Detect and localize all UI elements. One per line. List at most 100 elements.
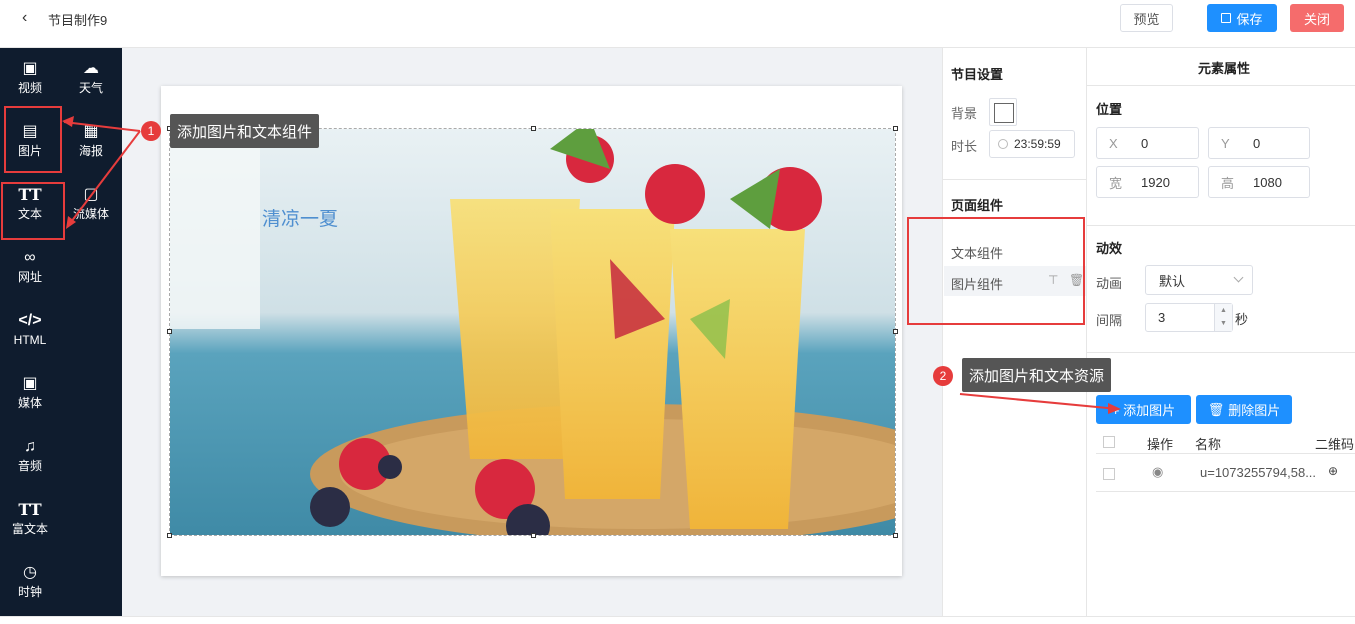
width-value: 1920 xyxy=(1141,174,1170,190)
tool-label: 天气 xyxy=(78,81,103,95)
col-name: 名称 xyxy=(1195,437,1222,452)
tool-richtext[interactable]: TT 富文本 xyxy=(0,489,60,549)
richtext-icon: TT xyxy=(18,500,42,519)
background-color-picker[interactable] xyxy=(989,98,1017,126)
delete-image-button[interactable]: 🗑 删除图片 xyxy=(1196,395,1292,424)
tool-label: 海报 xyxy=(78,144,103,158)
link-icon: ∞ xyxy=(24,249,36,266)
resize-handle[interactable] xyxy=(893,126,898,131)
save-icon xyxy=(1221,13,1232,23)
y-value: 0 xyxy=(1253,135,1261,151)
overlay-text[interactable]: 清凉一夏 xyxy=(262,204,338,231)
clock-icon xyxy=(998,139,1008,149)
x-label: X xyxy=(1109,135,1118,151)
tool-html[interactable]: </> HTML xyxy=(0,300,60,360)
tool-label: 视频 xyxy=(17,81,42,95)
tool-url[interactable]: ∞ 网址 xyxy=(0,237,60,297)
y-input[interactable]: Y0 xyxy=(1208,127,1310,159)
code-icon: </> xyxy=(18,312,42,329)
image-icon: ▤ xyxy=(22,123,38,140)
width-input[interactable]: 宽 1920 xyxy=(1096,166,1199,198)
tool-label: 文本 xyxy=(17,207,42,221)
chevron-down-icon xyxy=(1233,272,1244,283)
close-button[interactable]: 关闭 xyxy=(1290,4,1344,32)
page-components-title: 页面组件 xyxy=(951,198,1004,213)
duration-label: 时长 xyxy=(951,139,978,154)
trash-icon: 🗑 xyxy=(1207,401,1225,417)
col-qr: 二维码 xyxy=(1315,437,1355,452)
cloud-icon: ☁ xyxy=(83,60,99,77)
divider xyxy=(1087,225,1355,226)
tool-text[interactable]: TT 文本 xyxy=(0,174,60,234)
preview-button[interactable]: 预览 xyxy=(1120,4,1173,32)
tool-label: 时钟 xyxy=(17,585,42,599)
animation-select[interactable]: 默认 xyxy=(1145,265,1253,295)
callout-step-2: 添加图片和文本资源 xyxy=(962,358,1112,392)
resource-name: u=1073255794,58... xyxy=(1200,465,1317,480)
callout-step-1: 添加图片和文本组件 xyxy=(170,114,320,148)
highlight-box-components xyxy=(907,217,1085,325)
step-badge-1: 1 xyxy=(141,121,161,141)
interval-label: 间隔 xyxy=(1096,313,1123,328)
height-input[interactable]: 高 1080 xyxy=(1208,166,1310,198)
media-icon: ▣ xyxy=(22,375,38,392)
tool-weather[interactable]: ☁ 天气 xyxy=(61,48,121,108)
tool-video[interactable]: ▣ 视频 xyxy=(0,48,60,108)
resize-handle[interactable] xyxy=(531,126,536,131)
animation-label: 动画 xyxy=(1096,276,1123,291)
height-label: 高 xyxy=(1221,175,1235,191)
text-icon: TT xyxy=(18,185,42,204)
step-badge-2: 2 xyxy=(933,366,953,386)
back-chevron-icon[interactable]: ‹ xyxy=(22,9,27,27)
resize-handle[interactable] xyxy=(893,533,898,538)
divider xyxy=(942,179,1087,180)
resource-table-header: 操作 名称 二维码 xyxy=(1096,430,1355,454)
duration-input[interactable]: 23:59:59 xyxy=(989,130,1075,158)
tool-stream[interactable]: ▢ 流媒体 xyxy=(61,174,121,234)
drinks-image[interactable] xyxy=(169,128,896,536)
x-input[interactable]: X0 xyxy=(1096,127,1199,159)
y-label: Y xyxy=(1221,135,1230,151)
divider xyxy=(1087,85,1355,86)
tool-label: 媒体 xyxy=(17,396,42,410)
tool-clock[interactable]: ◷ 时钟 xyxy=(0,552,60,612)
resize-handle[interactable] xyxy=(531,533,536,538)
height-value: 1080 xyxy=(1253,174,1282,190)
row-checkbox[interactable] xyxy=(1103,468,1115,480)
position-title: 位置 xyxy=(1096,102,1123,117)
program-settings-title: 节目设置 xyxy=(951,67,1004,82)
duration-value: 23:59:59 xyxy=(1014,137,1061,151)
tool-label: 图片 xyxy=(17,144,42,158)
x-value: 0 xyxy=(1141,135,1149,151)
interval-stepper[interactable]: 3 ▲ ▼ xyxy=(1145,303,1233,332)
stream-icon: ▢ xyxy=(83,186,99,203)
stepper-arrows-icon[interactable]: ▲ ▼ xyxy=(1214,304,1232,331)
select-all-checkbox[interactable] xyxy=(1103,436,1115,448)
table-row: ◉ u=1073255794,58... ⊕ xyxy=(1096,456,1355,492)
delete-image-label: 删除图片 xyxy=(1228,403,1281,418)
tool-label: 网址 xyxy=(17,270,42,284)
tool-audio[interactable]: ♫ 音频 xyxy=(0,426,60,486)
width-label: 宽 xyxy=(1109,175,1123,191)
resize-handle[interactable] xyxy=(893,329,898,334)
effect-title: 动效 xyxy=(1096,241,1123,256)
resize-handle[interactable] xyxy=(167,533,172,538)
tool-media[interactable]: ▣ 媒体 xyxy=(0,363,60,423)
add-image-button[interactable]: + 添加图片 xyxy=(1096,395,1191,424)
background-label: 背景 xyxy=(951,106,978,121)
music-icon: ♫ xyxy=(24,438,36,455)
tool-image[interactable]: ▤ 图片 xyxy=(0,111,60,171)
animation-value: 默认 xyxy=(1159,273,1186,289)
add-qr-icon[interactable]: ⊕ xyxy=(1328,464,1338,478)
save-label: 保存 xyxy=(1236,11,1263,27)
tool-label: 音频 xyxy=(17,459,42,473)
tool-label: 富文本 xyxy=(11,522,48,536)
page-title: 节目制作9 xyxy=(48,13,108,28)
divider xyxy=(1087,352,1355,353)
resize-handle[interactable] xyxy=(167,329,172,334)
tool-poster[interactable]: ▦ 海报 xyxy=(61,111,121,171)
element-properties-title: 元素属性 xyxy=(1198,61,1251,76)
eye-icon[interactable]: ◉ xyxy=(1152,464,1163,480)
save-button[interactable]: 保存 xyxy=(1207,4,1277,32)
top-bar: ‹ 节目制作9 预览 保存 关闭 xyxy=(0,0,1355,48)
